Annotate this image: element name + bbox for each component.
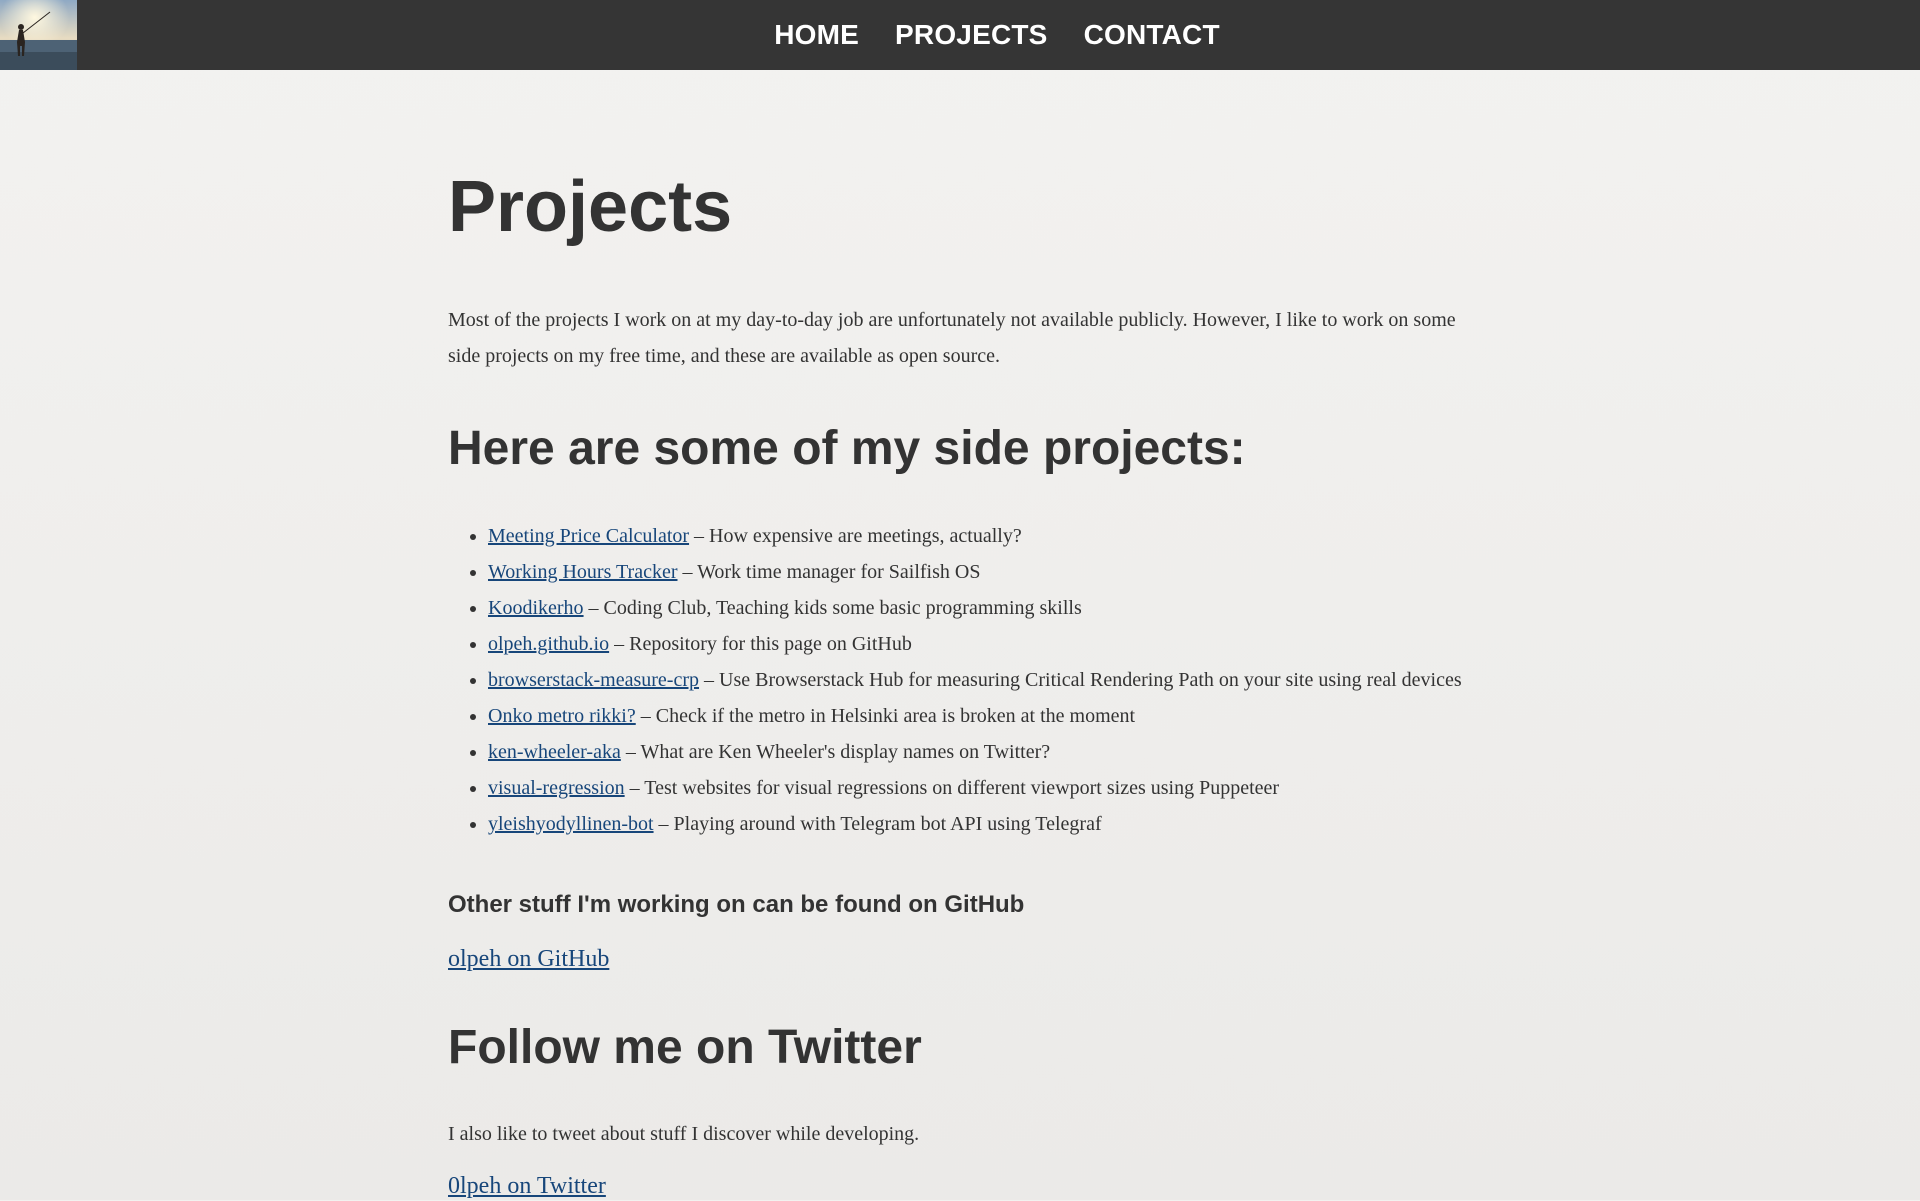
project-description: – Work time manager for Sailfish OS: [677, 561, 981, 583]
list-item: Meeting Price Calculator – How expensive…: [488, 518, 1512, 554]
github-profile-link[interactable]: olpeh on GitHub: [448, 944, 609, 974]
list-item: browserstack-measure-crp – Use Browserst…: [488, 662, 1512, 698]
list-item: visual-regression – Test websites for vi…: [488, 770, 1512, 806]
project-description: – Coding Club, Teaching kids some basic …: [583, 597, 1082, 619]
project-link-onko-metro-rikki[interactable]: Onko metro rikki?: [488, 705, 636, 727]
project-link-olpeh-github-io[interactable]: olpeh.github.io: [488, 633, 609, 655]
project-description: – Check if the metro in Helsinki area is…: [635, 705, 1136, 727]
intro-paragraph: Most of the projects I work on at my day…: [448, 309, 1456, 367]
project-link-browserstack-measure-crp[interactable]: browserstack-measure-crp: [488, 669, 699, 691]
nav-item-home[interactable]: HOME: [774, 19, 859, 51]
project-link-working-hours-tracker[interactable]: Working Hours Tracker: [488, 561, 677, 583]
projects-list: Meeting Price Calculator – How expensive…: [448, 518, 1512, 842]
main-nav: HOME PROJECTS CONTACT: [0, 0, 1920, 70]
project-link-meeting-price-calculator[interactable]: Meeting Price Calculator: [488, 525, 689, 547]
twitter-heading: Follow me on Twitter: [448, 1021, 922, 1074]
project-description: – Test websites for visual regressions o…: [624, 777, 1280, 799]
nav-item-projects[interactable]: PROJECTS: [895, 19, 1048, 51]
top-navigation-bar: HOME PROJECTS CONTACT: [0, 0, 1920, 70]
project-description: – How expensive are meetings, actually?: [689, 525, 1022, 547]
other-stuff-heading: Other stuff I'm working on can be found …: [448, 891, 1025, 918]
list-item: yleishyodyllinen-bot – Playing around wi…: [488, 806, 1512, 842]
project-link-visual-regression[interactable]: visual-regression: [488, 777, 625, 799]
project-link-koodikerho[interactable]: Koodikerho: [488, 597, 584, 619]
list-item: Working Hours Tracker – Work time manage…: [488, 554, 1512, 590]
list-item: Onko metro rikki? – Check if the metro i…: [488, 698, 1512, 734]
twitter-profile-link[interactable]: 0lpeh on Twitter: [448, 1171, 606, 1201]
project-link-yleishyodyllinen-bot[interactable]: yleishyodyllinen-bot: [488, 813, 654, 835]
list-item: olpeh.github.io – Repository for this pa…: [488, 626, 1512, 662]
page-title: Projects: [448, 167, 733, 247]
list-item: ken-wheeler-aka – What are Ken Wheeler's…: [488, 734, 1512, 770]
project-link-ken-wheeler-aka[interactable]: ken-wheeler-aka: [488, 741, 621, 763]
project-description: – Playing around with Telegram bot API u…: [653, 813, 1102, 835]
twitter-description: I also like to tweet about stuff I disco…: [448, 1123, 920, 1145]
list-item: Koodikerho – Coding Club, Teaching kids …: [488, 590, 1512, 626]
project-description: – What are Ken Wheeler's display names o…: [620, 741, 1051, 763]
project-description: – Use Browserstack Hub for measuring Cri…: [699, 669, 1462, 691]
project-description: – Repository for this page on GitHub: [609, 633, 912, 655]
side-projects-heading: Here are some of my side projects:: [448, 422, 1246, 475]
nav-item-contact[interactable]: CONTACT: [1084, 19, 1220, 51]
